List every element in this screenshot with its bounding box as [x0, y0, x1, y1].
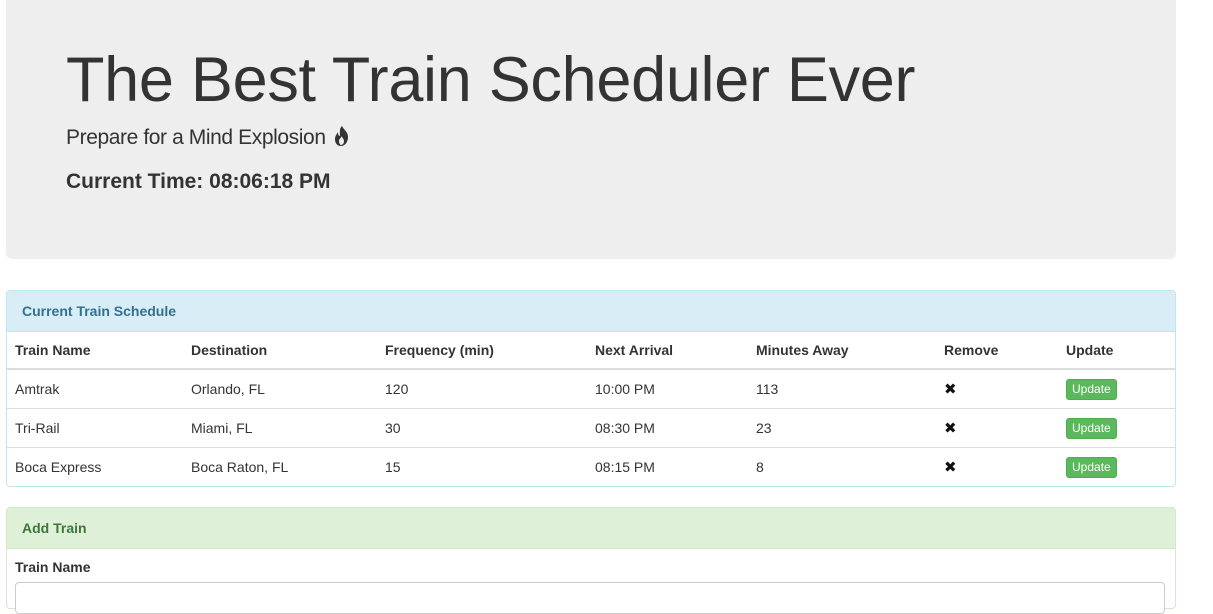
column-header-destination: Destination	[183, 332, 377, 370]
column-header-remove: Remove	[936, 332, 1058, 370]
train-name-input[interactable]	[15, 582, 1165, 614]
fire-icon	[332, 125, 352, 155]
cell-train-name: Tri-Rail	[7, 408, 183, 448]
train-name-label: Train Name	[15, 559, 91, 575]
cell-destination: Miami, FL	[183, 408, 377, 448]
remove-icon[interactable]: ✖	[944, 458, 957, 476]
schedule-panel: Current Train Schedule Train Name Destin…	[6, 290, 1176, 487]
column-header-next-arrival: Next Arrival	[587, 332, 748, 370]
cell-train-name: Boca Express	[7, 447, 183, 486]
cell-next-arrival: 08:30 PM	[587, 408, 748, 448]
remove-icon[interactable]: ✖	[944, 380, 957, 398]
cell-next-arrival: 10:00 PM	[595, 381, 655, 397]
cell-train-name: Amtrak	[15, 381, 60, 397]
column-header-update: Update	[1058, 332, 1175, 370]
cell-update: Update	[1058, 369, 1175, 409]
cell-minutes-away: 113	[756, 381, 779, 397]
cell-frequency: 30	[377, 408, 587, 448]
cell-remove: ✖	[936, 447, 1058, 486]
column-header-minutes-away: Minutes Away	[748, 332, 936, 370]
cell-minutes-away: 23	[748, 408, 936, 448]
column-header-train-name: Train Name	[7, 332, 183, 370]
cell-frequency: 15	[377, 447, 587, 486]
cell-frequency: 120	[385, 381, 409, 397]
cell-next-arrival: 08:15 PM	[587, 447, 748, 486]
page-title: The Best Train Scheduler Ever	[66, 45, 916, 115]
cell-remove: ✖	[936, 369, 1058, 409]
table-header-row: Train Name Destination Frequency (min) N…	[7, 332, 1175, 370]
schedule-panel-heading: Current Train Schedule	[7, 291, 1175, 332]
column-header-frequency: Frequency (min)	[377, 332, 587, 370]
cell-update: Update	[1058, 447, 1175, 486]
cell-destination: Boca Raton, FL	[183, 447, 377, 486]
cell-minutes-away: 8	[748, 447, 936, 486]
update-button[interactable]: Update	[1066, 378, 1117, 400]
subtitle-text: Prepare for a Mind Explosion	[66, 126, 326, 149]
update-button[interactable]: Update	[1066, 417, 1117, 439]
cell-destination: Orlando, FL	[191, 381, 265, 397]
add-train-panel-heading: Add Train	[7, 508, 1175, 549]
add-train-panel: Add Train Train Name	[6, 507, 1176, 614]
page-subtitle: Prepare for a Mind Explosion	[66, 124, 352, 155]
jumbotron: The Best Train Scheduler Ever Prepare fo…	[6, 0, 1176, 259]
update-button[interactable]: Update	[1066, 456, 1117, 478]
cell-remove: ✖	[936, 408, 1058, 448]
current-time: Current Time: 08:06:18 PM	[66, 170, 331, 193]
table-row: Tri-Rail Miami, FL 30 08:30 PM 23 ✖ Upda…	[7, 408, 1175, 448]
table-row: Boca Express Boca Raton, FL 15 08:15 PM …	[7, 447, 1175, 486]
table-row: Amtrak Orlando, FL 120 10:00 PM 113 ✖ Up…	[7, 369, 1175, 409]
schedule-table: Train Name Destination Frequency (min) N…	[7, 332, 1175, 486]
cell-update: Update	[1058, 408, 1175, 448]
remove-icon[interactable]: ✖	[944, 419, 957, 437]
